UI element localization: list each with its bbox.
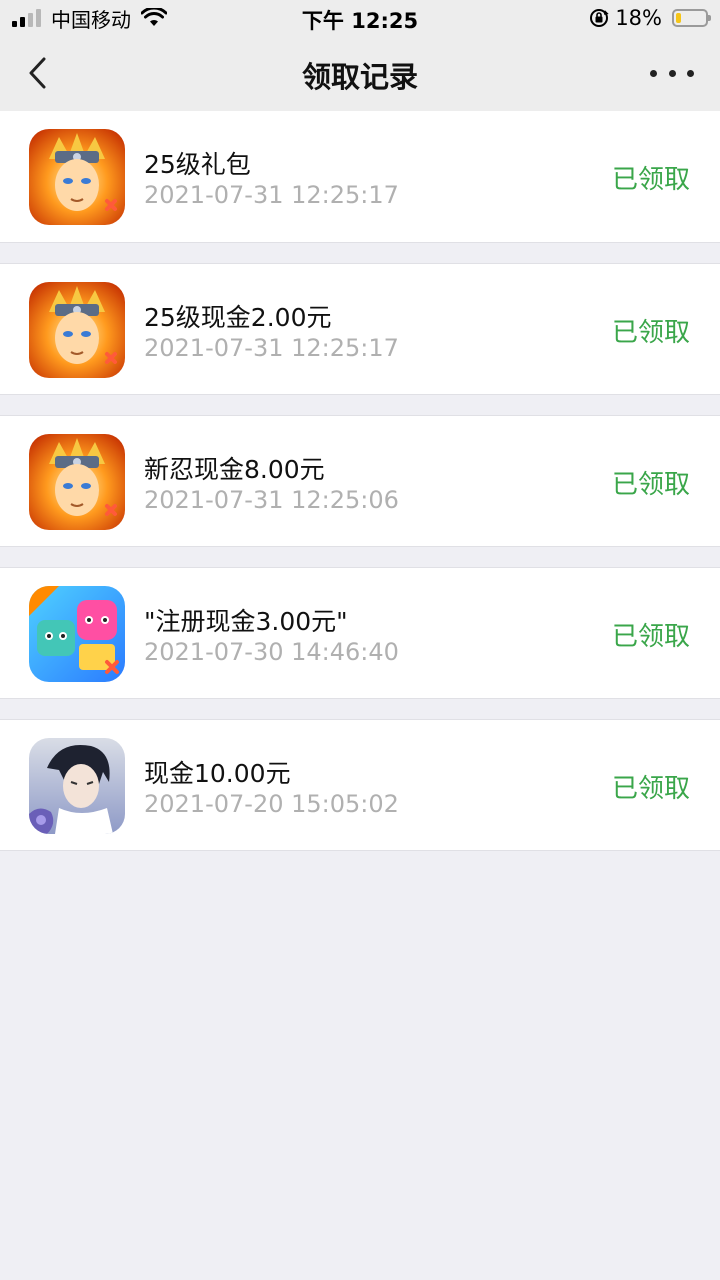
record-title: 25级礼包	[144, 150, 251, 179]
page: 中国移动 下午 12:25 18% 领取记录 25级礼包 2021-07-31 …	[0, 0, 720, 1280]
list-item[interactable]: 新忍现金8.00元 2021-07-31 12:25:06 已领取	[0, 415, 720, 547]
naruto-app-icon	[29, 282, 125, 378]
record-time: 2021-07-31 12:25:06	[144, 486, 399, 514]
page-title: 领取记录	[301, 60, 418, 94]
orientation-lock-icon	[590, 9, 609, 27]
nav-bar: 领取记录	[0, 36, 720, 111]
record-list: 25级礼包 2021-07-31 12:25:17 已领取 25级现金2.00元…	[0, 111, 720, 871]
romance-game-app-icon	[29, 738, 125, 834]
record-time: 2021-07-31 12:25:17	[144, 181, 399, 209]
list-item[interactable]: 现金10.00元 2021-07-20 15:05:02 已领取	[0, 719, 720, 851]
record-time: 2021-07-20 15:05:02	[144, 790, 399, 818]
record-title: 25级现金2.00元	[144, 303, 332, 332]
record-title: 现金10.00元	[144, 759, 291, 788]
more-dots-icon	[650, 69, 657, 77]
more-button[interactable]	[650, 56, 694, 90]
status-right: 18%	[589, 6, 711, 30]
list-item[interactable]: "注册现金3.00元" 2021-07-30 14:46:40 已领取	[0, 567, 720, 699]
status-badge: 已领取	[611, 774, 690, 804]
naruto-app-icon	[29, 434, 125, 530]
list-item[interactable]: 25级礼包 2021-07-31 12:25:17 已领取	[0, 111, 720, 243]
status-badge: 已领取	[611, 318, 690, 348]
record-time: 2021-07-30 14:46:40	[144, 638, 399, 666]
status-badge: 已领取	[611, 470, 690, 500]
status-badge: 已领取	[611, 622, 690, 652]
cartoon-game-app-icon	[29, 586, 125, 682]
record-time: 2021-07-31 12:25:17	[144, 334, 399, 362]
status-bar: 中国移动 下午 12:25 18%	[0, 0, 720, 36]
status-badge: 已领取	[611, 165, 690, 195]
battery-percent: 18%	[615, 6, 662, 30]
battery-icon	[672, 9, 711, 27]
list-item[interactable]: 25级现金2.00元 2021-07-31 12:25:17 已领取	[0, 263, 720, 395]
record-title: 新忍现金8.00元	[144, 455, 325, 484]
naruto-app-icon	[29, 129, 125, 225]
record-title: "注册现金3.00元"	[144, 607, 348, 636]
